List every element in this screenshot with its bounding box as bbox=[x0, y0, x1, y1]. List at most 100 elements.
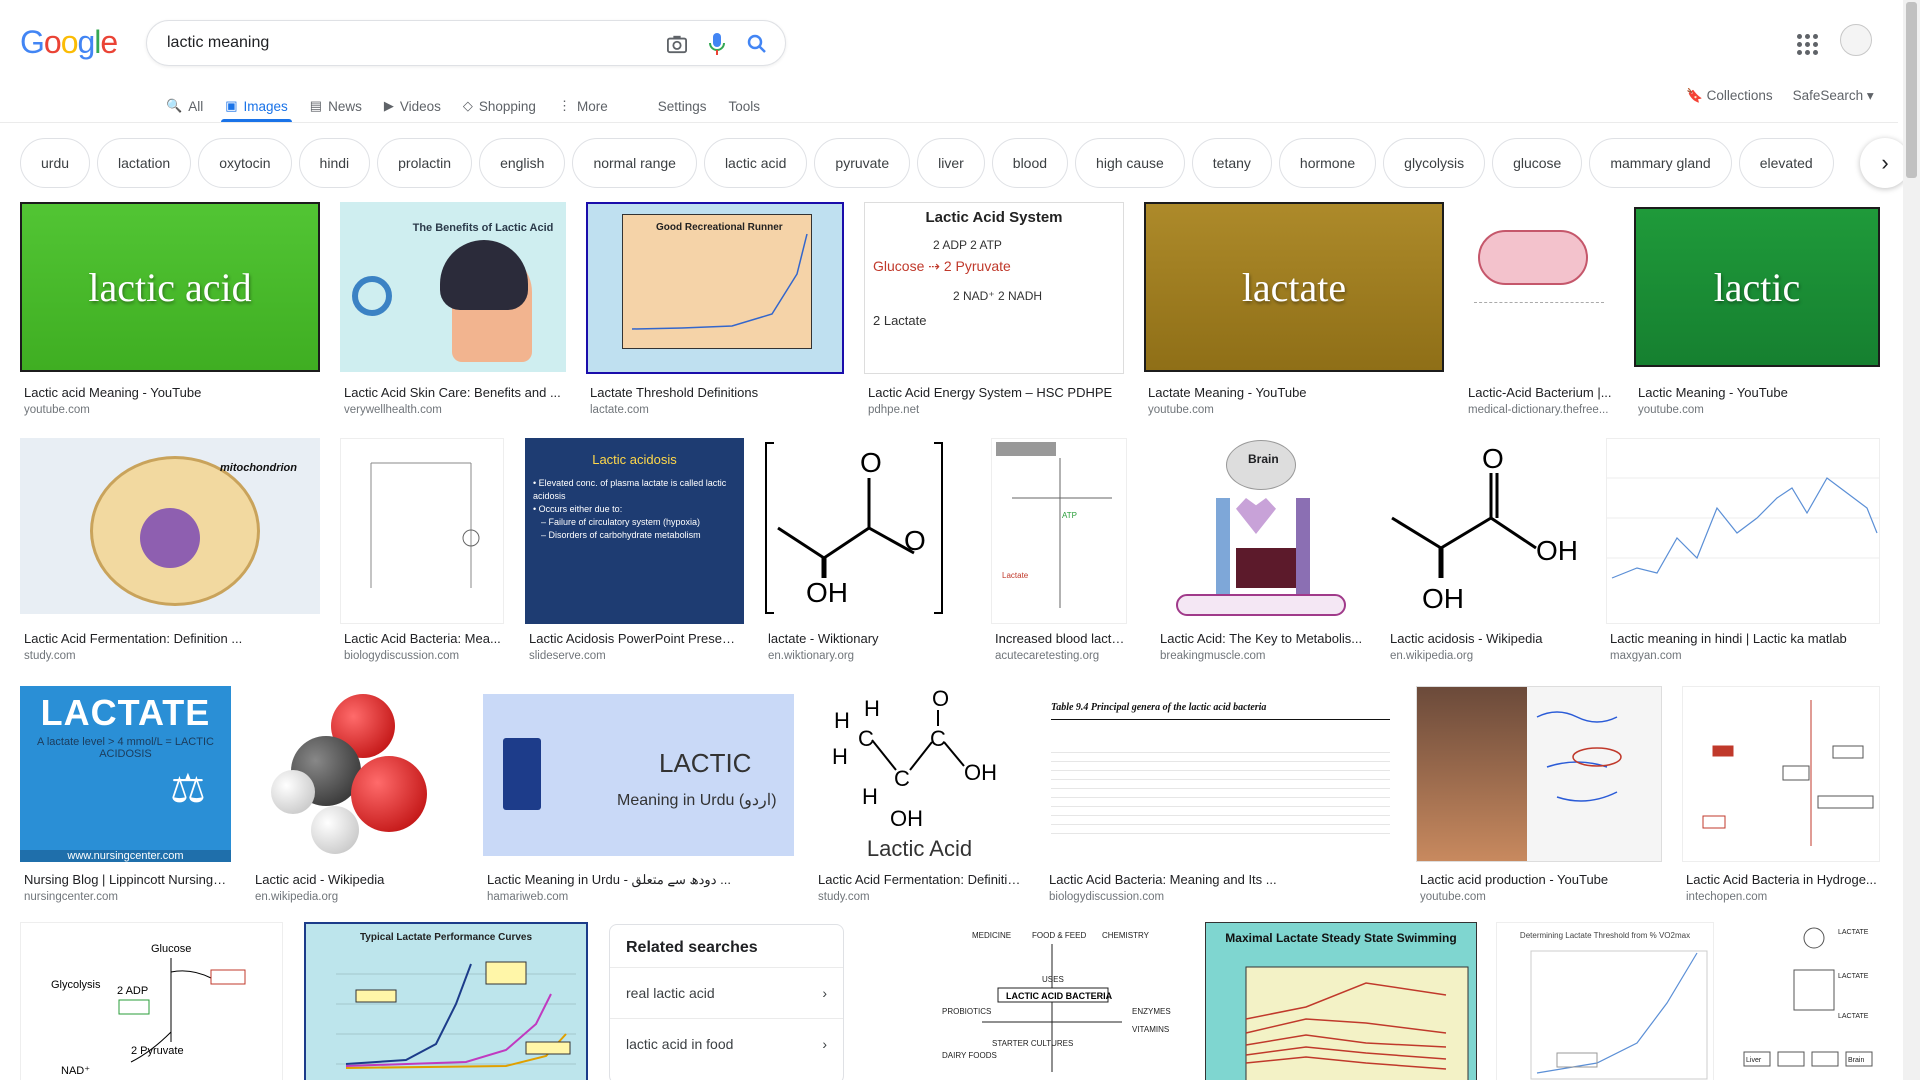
thumbnail[interactable]: Brain bbox=[1156, 438, 1366, 624]
concept-map: MEDICINE FOOD & FEED CHEMISTRY USES PROBIOTI… bbox=[942, 931, 1171, 1072]
thumbnail[interactable]: lactate bbox=[1144, 202, 1444, 372]
thumbnail[interactable] bbox=[1682, 686, 1880, 862]
result-title[interactable]: Lactic Meaning in Urdu - دودھ سے متعلق .… bbox=[487, 872, 792, 888]
safesearch-button[interactable]: SafeSearch ▾ bbox=[1793, 88, 1874, 104]
chip[interactable]: pyruvate bbox=[814, 138, 911, 188]
thumbnail[interactable]: LACTIC Meaning in Urdu (اردو) bbox=[483, 694, 794, 856]
chip[interactable]: urdu bbox=[20, 138, 91, 188]
thumbnail[interactable]: lactic acid bbox=[20, 202, 320, 372]
search-input[interactable] bbox=[167, 31, 627, 55]
result-title[interactable]: Lactic acid - Wikipedia bbox=[255, 872, 460, 887]
result-title[interactable]: Lactic-Acid Bacterium |... bbox=[1468, 385, 1612, 400]
thumbnail[interactable] bbox=[251, 686, 462, 862]
thumbnail[interactable] bbox=[1464, 202, 1614, 374]
result-title[interactable]: Lactate Meaning - YouTube bbox=[1148, 385, 1440, 400]
thumbnail[interactable]: O OH OH bbox=[1386, 438, 1586, 624]
chip[interactable]: liver bbox=[917, 138, 985, 188]
thumbnail[interactable]: Glycolysis Glucose 2 ADP 2 Pyruvate NAD⁺ bbox=[20, 922, 283, 1080]
tab-tools[interactable]: Tools bbox=[729, 88, 761, 122]
tab-images[interactable]: ▣ Images bbox=[221, 88, 292, 122]
google-logo[interactable]: Google bbox=[20, 24, 118, 61]
thumbnail[interactable]: Lactic acidosis • Elevated conc. of plas… bbox=[525, 438, 744, 624]
tab-news[interactable]: ▤ News bbox=[310, 88, 362, 122]
chip[interactable]: oxytocin bbox=[198, 138, 292, 188]
result-source: biologydiscussion.com bbox=[1049, 891, 1165, 903]
result-title[interactable]: Nursing Blog | Lippincott NursingC... bbox=[24, 872, 229, 887]
thumbnail[interactable]: Maximal Lactate Steady State Swimming bbox=[1205, 922, 1477, 1080]
thumbnail[interactable]: MEDICINE FOOD & FEED CHEMISTRY USES PROBIOTI… bbox=[922, 922, 1185, 1080]
result-title[interactable]: Lactic Acidosis PowerPoint Present... bbox=[529, 631, 742, 646]
tab-more[interactable]: ⋮ More bbox=[558, 88, 608, 122]
search-icon[interactable] bbox=[745, 32, 769, 56]
chip[interactable]: mammary gland bbox=[1589, 138, 1732, 188]
related-search-item[interactable]: lactic acid in food › bbox=[610, 1018, 843, 1069]
chip[interactable]: normal range bbox=[572, 138, 697, 188]
thumbnail[interactable]: The Benefits of Lactic Acid bbox=[340, 202, 566, 372]
thumbnail[interactable]: Good Recreational Runner bbox=[586, 202, 844, 374]
thumbnail[interactable]: ATP Lactate bbox=[991, 438, 1127, 624]
tab-label: More bbox=[576, 98, 608, 114]
tab-settings[interactable]: Settings bbox=[658, 88, 707, 122]
thumbnail[interactable] bbox=[1606, 438, 1880, 624]
tab-label: Images bbox=[243, 98, 288, 114]
chip[interactable]: high cause bbox=[1075, 138, 1185, 188]
tab-shopping[interactable]: ◇ Shopping bbox=[463, 88, 536, 122]
thumbnail[interactable]: mitochondrion bbox=[20, 438, 320, 614]
result-title[interactable]: Lactic Acid: The Key to Metabolis... bbox=[1160, 631, 1364, 646]
mic-icon[interactable] bbox=[705, 32, 729, 56]
result-title[interactable]: Lactic acid production - YouTube bbox=[1420, 872, 1660, 887]
result-title[interactable]: Lactic Acid Bacteria: Meaning and Its ..… bbox=[1049, 872, 1394, 887]
page-scrollbar[interactable] bbox=[1903, 0, 1920, 1080]
chip[interactable]: lactic acid bbox=[703, 138, 808, 188]
illustration bbox=[352, 276, 392, 316]
chip[interactable]: glucose bbox=[1492, 138, 1583, 188]
result-title[interactable]: Lactic acid Meaning - YouTube bbox=[24, 385, 316, 400]
chip[interactable]: prolactin bbox=[377, 138, 473, 188]
tab-videos[interactable]: ▶ Videos bbox=[384, 88, 441, 122]
chip[interactable]: blood bbox=[991, 138, 1069, 188]
result-title[interactable]: Lactic Acid Bacteria: Mea... bbox=[344, 631, 502, 646]
svg-text:OH: OH bbox=[1422, 583, 1464, 614]
thumbnail[interactable] bbox=[1416, 686, 1662, 862]
avatar[interactable] bbox=[1840, 24, 1872, 56]
result-title[interactable]: Lactic acidosis - Wikipedia bbox=[1390, 631, 1584, 646]
result-title[interactable]: lactate - Wiktionary bbox=[768, 631, 968, 646]
thumbnail[interactable]: lactic bbox=[1634, 207, 1880, 367]
thumbnail[interactable]: H H C H C O OH C H OH Lactic Acid bbox=[814, 686, 1025, 862]
result-title[interactable]: Lactic Acid Energy System – HSC PDHPE bbox=[868, 385, 1120, 400]
thumbnail[interactable]: LACTATE A lactate level > 4 mmol/L = LAC… bbox=[20, 686, 231, 862]
thumbnail[interactable]: Table 9.4 Principal genera of the lactic… bbox=[1045, 686, 1396, 862]
result-title[interactable]: Lactic Acid Fermentation: Definitio... bbox=[818, 872, 1023, 887]
heart-illustration bbox=[1236, 498, 1276, 534]
result-title[interactable]: Lactic Acid Skin Care: Benefits and ... bbox=[344, 385, 562, 400]
chip[interactable]: english bbox=[479, 138, 566, 188]
thumbnail[interactable]: Typical Lactate Performance Curves bbox=[304, 922, 588, 1080]
thumb-text: – Failure of circulatory system (hypoxia… bbox=[541, 517, 701, 527]
result-row: Glycolysis Glucose 2 ADP 2 Pyruvate NAD⁺ Typ… bbox=[20, 922, 1880, 1080]
result-title[interactable]: Lactic Acid Fermentation: Definition ... bbox=[24, 631, 316, 646]
thumbnail[interactable]: Determining Lactate Threshold from % VO2… bbox=[1496, 922, 1714, 1080]
result-title[interactable]: Lactic meaning in hindi | Lactic ka matl… bbox=[1610, 631, 1880, 646]
result-title[interactable]: Lactic Meaning - YouTube bbox=[1638, 385, 1878, 400]
tab-all[interactable]: 🔍 All bbox=[166, 88, 203, 122]
thumbnail[interactable]: O O OH bbox=[764, 438, 970, 624]
related-search-item[interactable]: real lactic acid › bbox=[610, 967, 843, 1018]
result-title[interactable]: Lactic Acid Bacteria in Hydroge... bbox=[1686, 872, 1878, 887]
chip[interactable]: glycolysis bbox=[1383, 138, 1486, 188]
result-title[interactable]: Lactate Threshold Definitions bbox=[590, 385, 840, 400]
thumb-text: • Occurs either due to: bbox=[533, 504, 623, 514]
thumbnail[interactable]: Lactic Acid System 2 ADP 2 ATP Glucose ⇢… bbox=[864, 202, 1124, 374]
tab-label: Settings bbox=[657, 98, 707, 114]
chip[interactable]: hormone bbox=[1278, 138, 1377, 188]
chip[interactable]: tetany bbox=[1191, 138, 1272, 188]
result-title[interactable]: Increased blood lactat... bbox=[995, 631, 1127, 646]
thumbnail[interactable] bbox=[340, 438, 504, 624]
chip[interactable]: elevated bbox=[1738, 138, 1834, 188]
apps-grid-icon[interactable] bbox=[1795, 32, 1819, 56]
collections-link[interactable]: 🔖 Collections bbox=[1686, 88, 1773, 104]
chip[interactable]: lactation bbox=[97, 138, 192, 188]
chip[interactable]: hindi bbox=[298, 138, 371, 188]
thumbnail[interactable]: LACTATE LACTATE LACTATE Liver Brain bbox=[1734, 922, 1880, 1080]
scrollbar-thumb[interactable] bbox=[1906, 2, 1917, 178]
camera-icon[interactable] bbox=[665, 32, 689, 56]
